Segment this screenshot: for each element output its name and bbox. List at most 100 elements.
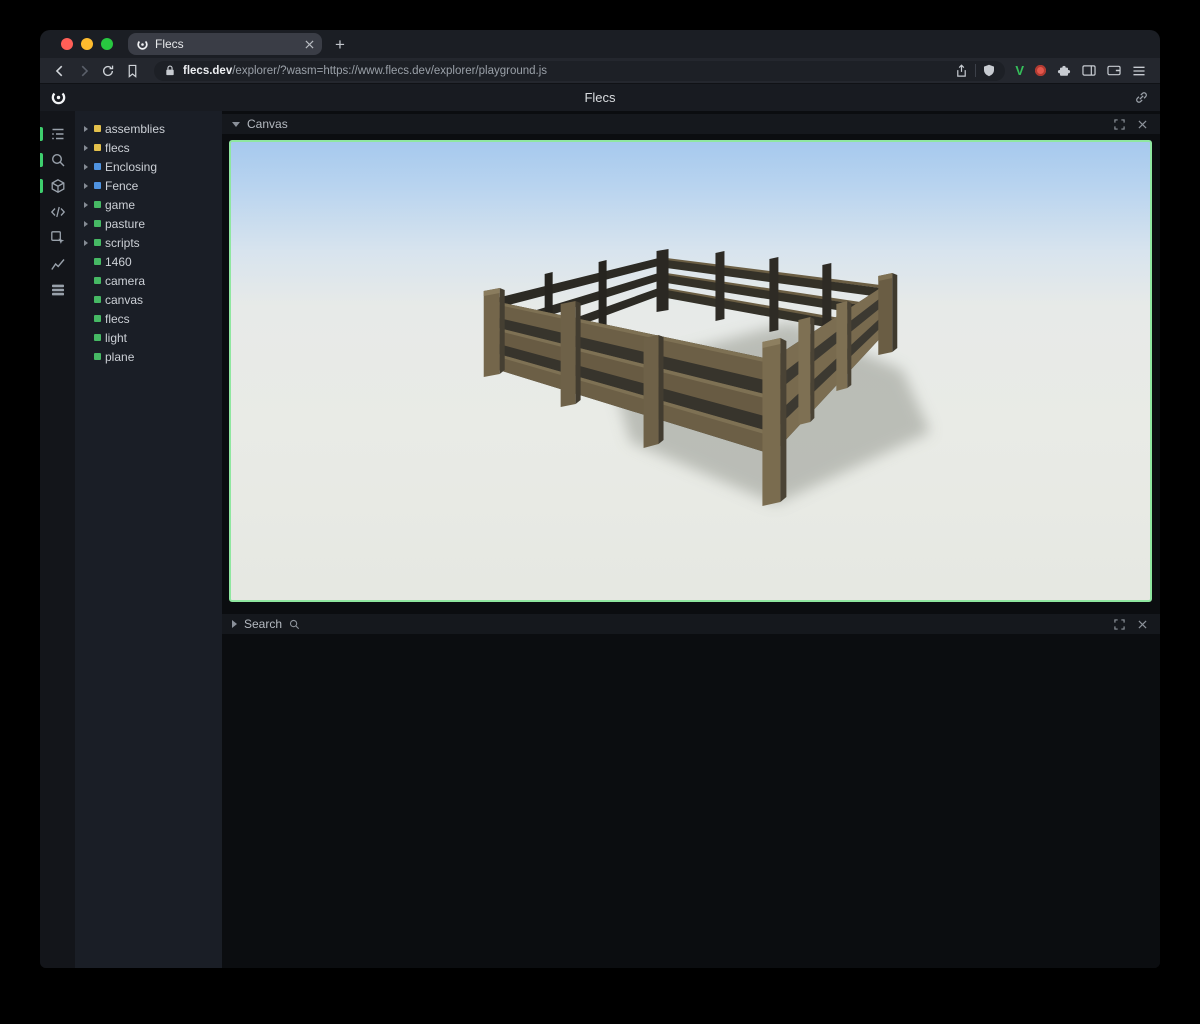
tree-item[interactable]: assemblies [75,119,222,138]
main-panel-area: Canvas [222,111,1160,968]
tree-item[interactable]: 1460 [75,252,222,271]
tree-item[interactable]: Fence [75,176,222,195]
url-path: /explorer/?wasm=https://www.flecs.dev/ex… [232,65,547,77]
search-panel-title: Search [244,617,282,631]
close-panel-icon[interactable] [1134,116,1150,132]
divider [975,64,976,77]
tree-item[interactable]: plane [75,347,222,366]
search-panel-body [222,634,1160,968]
sidebar-item-stats[interactable] [40,277,75,303]
page-title: Flecs [40,90,1160,105]
search-icon [50,152,66,168]
flecs-logo-icon [50,89,67,106]
app-body: assemblies flecs Enclosing Fence gam [40,111,1160,968]
entity-color-square [94,315,101,322]
expand-arrow-icon[interactable] [81,145,90,151]
sidebar-item-outliner[interactable] [40,121,75,147]
tab-bar: Flecs + [40,30,1160,58]
forward-button[interactable] [72,60,96,82]
collapse-chevron-icon[interactable] [232,122,240,127]
entity-color-square [94,334,101,341]
entity-color-square [94,144,101,151]
entity-label: flecs [105,312,130,326]
tree-item[interactable]: camera [75,271,222,290]
extension-red-icon[interactable] [1035,65,1046,76]
outliner-icon [50,126,66,142]
cube-icon [50,178,66,194]
expand-arrow-icon[interactable] [81,221,90,227]
browser-window: Flecs + flecs.dev/exp [40,30,1160,968]
sidebar-item-charts[interactable] [40,251,75,277]
expand-arrow-icon[interactable] [81,202,90,208]
3d-fence-scene [231,142,1150,600]
webgl-canvas[interactable] [229,140,1152,602]
tree-item[interactable]: light [75,328,222,347]
entity-label: assemblies [105,122,165,136]
tree-item[interactable]: pasture [75,214,222,233]
entity-label: Enclosing [105,160,157,174]
share-icon[interactable] [955,64,968,78]
entity-color-square [94,201,101,208]
entity-label: Fence [105,179,138,193]
entity-label: canvas [105,293,143,307]
entity-label: light [105,331,127,345]
browser-tab[interactable]: Flecs [128,33,322,55]
expand-panel-icon[interactable] [1111,616,1127,632]
expand-arrow-icon[interactable] [81,164,90,170]
entity-label: pasture [105,217,145,231]
tree-item[interactable]: canvas [75,290,222,309]
sidebar-item-scene[interactable] [40,173,75,199]
entity-color-square [94,277,101,284]
lock-icon [164,64,176,77]
expand-arrow-icon[interactable] [81,183,90,189]
address-bar[interactable]: flecs.dev/explorer/?wasm=https://www.fle… [154,61,1005,81]
sidebar-panel-icon[interactable] [1082,64,1096,77]
entity-color-square [94,353,101,360]
entity-label: 1460 [105,255,132,269]
expand-panel-icon[interactable] [1111,116,1127,132]
expand-arrow-icon[interactable] [81,240,90,246]
tree-item[interactable]: flecs [75,309,222,328]
tree-item[interactable]: scripts [75,233,222,252]
sidebar-item-inspect[interactable] [40,225,75,251]
canvas-panel-body [229,140,1152,602]
entity-color-square [94,182,101,189]
app-header: Flecs [40,83,1160,111]
traffic-lights [61,38,113,50]
brave-shield-icon[interactable] [983,64,995,77]
tab-close-icon[interactable] [305,40,314,49]
sidebar-item-search[interactable] [40,147,75,173]
entity-label: game [105,198,135,212]
url-text: flecs.dev/explorer/?wasm=https://www.fle… [183,65,948,77]
tree-item[interactable]: flecs [75,138,222,157]
entity-label: plane [105,350,134,364]
wallet-icon[interactable] [1107,64,1121,77]
search-panel-header: Search [222,614,1160,634]
menu-icon[interactable] [1132,65,1146,77]
sidebar-item-code[interactable] [40,199,75,225]
new-tab-button[interactable]: + [335,36,345,53]
navigation-bar: flecs.dev/explorer/?wasm=https://www.fle… [40,58,1160,83]
zoom-window-button[interactable] [101,38,113,50]
inspect-cursor-icon [50,230,66,246]
reload-button[interactable] [96,60,120,82]
line-chart-icon [50,256,66,272]
entity-color-square [94,239,101,246]
close-window-button[interactable] [61,38,73,50]
entity-label: camera [105,274,145,288]
expand-arrow-icon[interactable] [81,126,90,132]
permalink-icon[interactable] [1134,90,1149,105]
tree-item[interactable]: game [75,195,222,214]
close-panel-icon[interactable] [1134,616,1150,632]
extension-v-icon[interactable]: V [1015,63,1024,78]
entity-label: flecs [105,141,130,155]
entity-tree: assemblies flecs Enclosing Fence gam [75,111,222,968]
collapse-chevron-icon[interactable] [232,620,237,628]
entity-color-square [94,258,101,265]
extensions-puzzle-icon[interactable] [1057,64,1071,78]
minimize-window-button[interactable] [81,38,93,50]
back-button[interactable] [48,60,72,82]
url-host: flecs.dev [183,65,232,77]
bookmark-icon[interactable] [120,60,144,82]
tree-item[interactable]: Enclosing [75,157,222,176]
